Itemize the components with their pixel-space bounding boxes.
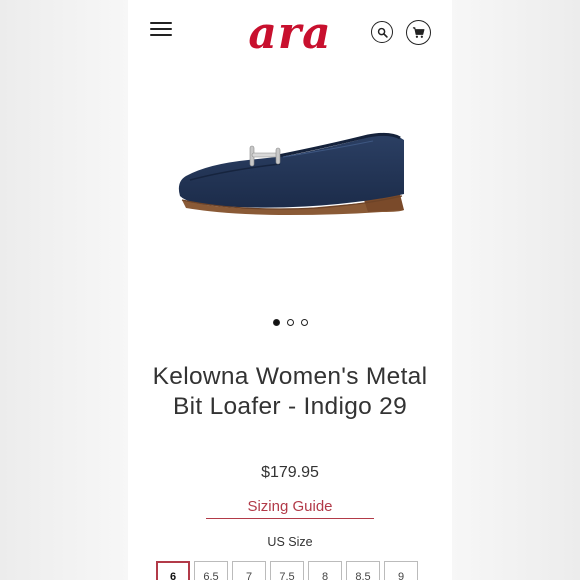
background-left	[0, 0, 128, 580]
size-option[interactable]: 9	[384, 561, 418, 580]
menu-icon[interactable]	[150, 22, 172, 42]
size-option[interactable]: 6	[156, 561, 190, 580]
size-option[interactable]: 8	[308, 561, 342, 580]
carousel-dot[interactable]	[300, 319, 308, 326]
size-label: US Size	[267, 535, 313, 549]
site-header: ara	[128, 0, 452, 64]
size-option[interactable]: 7.5	[270, 561, 304, 580]
carousel-dots	[128, 319, 452, 326]
size-option[interactable]: 6.5	[194, 561, 228, 580]
product-page: ara Kelowna Women's Metal Bit Loafer - I…	[128, 0, 452, 580]
size-option[interactable]: 7	[232, 561, 266, 580]
carousel-dot[interactable]	[286, 319, 294, 326]
cart-button[interactable]	[406, 20, 431, 45]
search-icon	[377, 27, 388, 38]
product-title: Kelowna Women's Metal Bit Loafer - Indig…	[152, 363, 428, 420]
cart-icon	[412, 27, 425, 38]
sizing-guide-link[interactable]: Sizing Guide	[206, 498, 374, 519]
size-selector: 6 6.5 7 7.5 8 8.5 9	[156, 561, 418, 580]
brand-logo-text: ara	[248, 10, 331, 59]
size-option[interactable]: 8.5	[346, 561, 380, 580]
search-button[interactable]	[371, 21, 393, 43]
background-right	[452, 0, 580, 580]
product-price: $179.95	[261, 464, 319, 481]
product-image[interactable]	[168, 120, 418, 230]
carousel-dot[interactable]	[272, 319, 280, 326]
brand-logo[interactable]: ara	[220, 10, 360, 60]
